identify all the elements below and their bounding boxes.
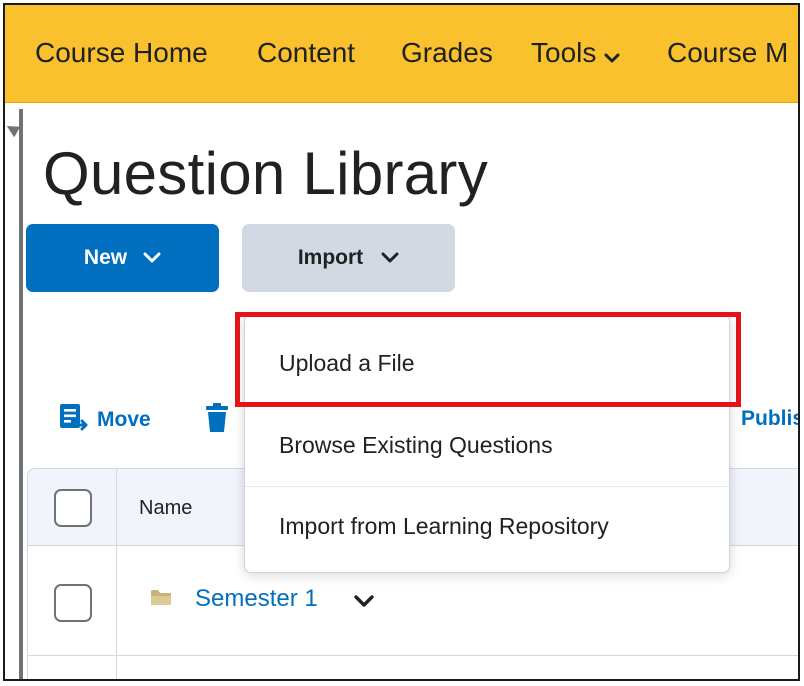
column-divider (116, 546, 117, 655)
folder-icon (150, 589, 172, 611)
nav-tools[interactable]: Tools (531, 37, 620, 71)
nav-course-home[interactable]: Course Home (35, 37, 208, 69)
trash-icon (205, 403, 229, 437)
collapse-arrow-icon[interactable] (5, 120, 21, 138)
column-divider (116, 656, 117, 679)
screenshot-frame: Course Home Content Grades Tools Course … (3, 3, 800, 681)
nav-content-label: Content (257, 37, 356, 68)
chevron-down-icon (143, 246, 161, 270)
chevron-down-icon (604, 39, 620, 71)
move-button[interactable]: Move (59, 403, 151, 437)
nav-grades-label: Grades (401, 37, 493, 68)
highlight-box (235, 312, 741, 407)
column-header-name[interactable]: Name (139, 497, 192, 520)
chevron-down-icon[interactable] (353, 594, 375, 613)
new-button[interactable]: New (26, 224, 219, 292)
move-button-label: Move (97, 408, 151, 431)
menu-item-browse-existing-questions[interactable]: Browse Existing Questions (245, 405, 729, 485)
nav-grades[interactable]: Grades (401, 37, 493, 69)
folder-link-semester-1[interactable]: Semester 1 (195, 585, 318, 613)
nav-course-more-label: Course M (667, 37, 789, 68)
import-button-label: Import (297, 246, 364, 269)
nav-content[interactable]: Content (257, 37, 355, 69)
delete-button[interactable] (205, 403, 229, 438)
page-title: Question Library (43, 140, 489, 207)
nav-course-more[interactable]: Course M (667, 37, 788, 69)
nav-tools-label: Tools (531, 37, 597, 68)
course-navbar: Course Home Content Grades Tools Course … (5, 5, 798, 103)
table-row (27, 656, 798, 679)
publish-button[interactable]: Publis (741, 407, 798, 431)
row-checkbox[interactable] (54, 584, 92, 622)
import-button[interactable]: Import (242, 224, 455, 292)
move-icon (59, 403, 89, 437)
new-button-label: New (83, 246, 128, 269)
select-all-checkbox[interactable] (54, 489, 92, 527)
column-divider (116, 469, 117, 545)
menu-item-import-learning-repository[interactable]: Import from Learning Repository (245, 486, 729, 566)
nav-course-home-label: Course Home (35, 37, 208, 68)
chevron-down-icon (381, 246, 399, 270)
side-panel-divider[interactable] (19, 109, 23, 679)
